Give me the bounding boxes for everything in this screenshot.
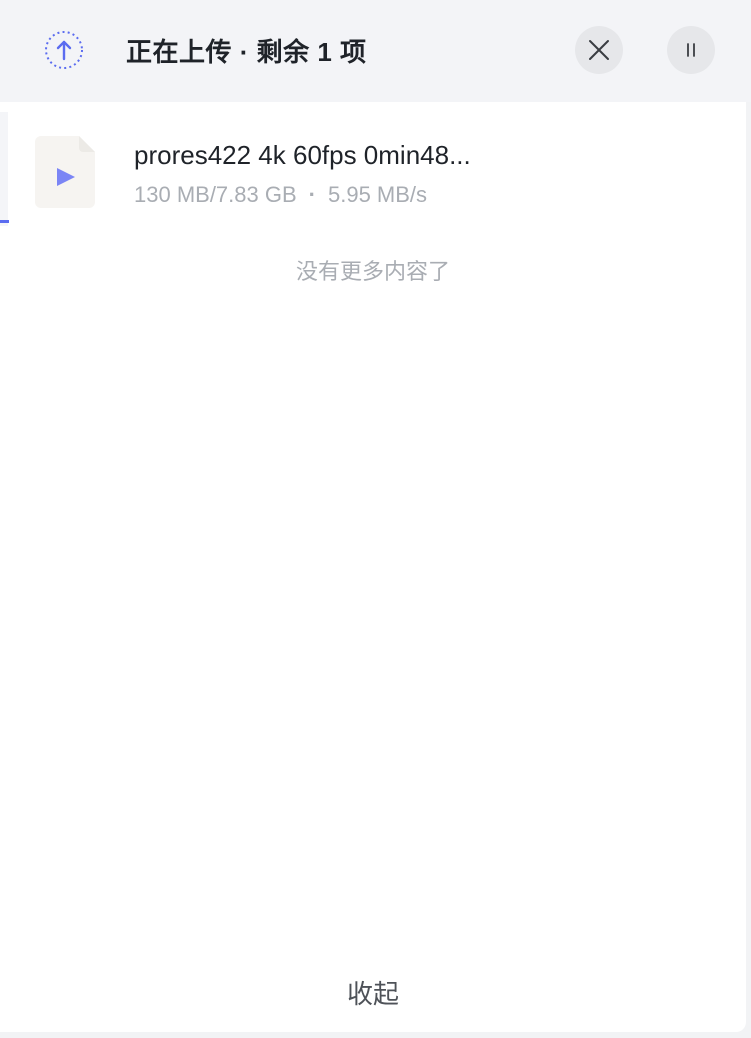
end-of-list-note: 没有更多内容了 xyxy=(295,259,450,284)
upload-item[interactable]: prores422 4k 60fps 0min48... 130 MB/7.83… xyxy=(0,102,746,226)
upload-arrow-icon xyxy=(45,31,83,69)
meta-separator: · xyxy=(308,182,316,207)
pause-icon xyxy=(687,43,695,57)
upload-status-title: 正在上传 · 剩余 1 项 xyxy=(126,37,367,67)
close-button[interactable] xyxy=(575,26,623,74)
uploaded-size: 130 MB/7.83 GB xyxy=(134,182,297,207)
file-name: prores422 4k 60fps 0min48... xyxy=(134,140,471,170)
collapse-button[interactable]: 收起 xyxy=(0,974,746,1011)
video-file-icon xyxy=(35,136,95,208)
upload-speed: 5.95 MB/s xyxy=(327,182,428,207)
progress-bar xyxy=(0,220,9,223)
pause-all-button[interactable] xyxy=(667,26,715,74)
file-progress-meta: 130 MB/7.83 GB · 5.95 MB/s xyxy=(134,182,427,208)
close-icon xyxy=(589,40,609,60)
upload-list: prores422 4k 60fps 0min48... 130 MB/7.83… xyxy=(0,102,746,1032)
upload-panel: 正在上传 · 剩余 1 项 prores422 4k 60fps 0min48.… xyxy=(0,0,751,1038)
progress-track xyxy=(0,112,8,226)
upload-header: 正在上传 · 剩余 1 项 xyxy=(0,0,751,102)
